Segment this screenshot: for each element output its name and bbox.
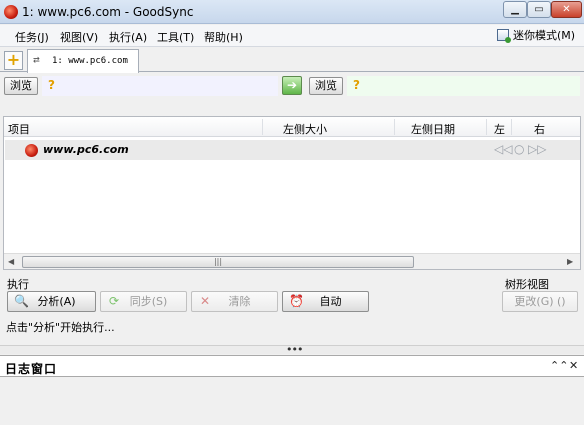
tab-job-1[interactable]: ⇄ 1: www.pc6.com bbox=[27, 49, 139, 73]
column-left[interactable]: 左 bbox=[494, 121, 505, 137]
list-header: 项目 左侧大小 左侧日期 左 右 bbox=[4, 117, 580, 137]
log-title: 日志窗口 bbox=[5, 362, 58, 376]
copy-right-icon[interactable]: ▷▷ bbox=[528, 142, 546, 156]
change-label: 更改(G) () bbox=[514, 295, 566, 308]
column-left-date[interactable]: 左侧日期 bbox=[411, 121, 455, 137]
panel-splitter[interactable]: ••• bbox=[0, 343, 584, 356]
sync-direction-button[interactable]: ➔ bbox=[282, 76, 302, 95]
job-tabs: + ⇄ 1: www.pc6.com bbox=[0, 48, 584, 73]
sync-button[interactable]: ⟳ 同步(S) bbox=[100, 291, 187, 312]
menu-bar: 任务(J) 视图(V) 执行(A) 工具(T) 帮助(H) 迷你模式(M) bbox=[0, 25, 584, 47]
analyze-label: 分析(A) bbox=[37, 295, 76, 308]
column-right[interactable]: 右 bbox=[534, 121, 545, 137]
menu-help[interactable]: 帮助(H) bbox=[204, 29, 243, 45]
minimize-button[interactable]: ▁ bbox=[503, 1, 527, 18]
column-separator bbox=[262, 119, 263, 135]
left-path-field[interactable]: ? bbox=[42, 76, 278, 96]
column-item[interactable]: 项目 bbox=[8, 121, 30, 137]
goodsync-logo-icon bbox=[4, 5, 18, 19]
copy-left-icon[interactable]: ◁◁ bbox=[494, 142, 512, 156]
right-browse-button[interactable]: 浏览 bbox=[309, 77, 343, 95]
column-separator bbox=[394, 119, 395, 135]
right-path-field[interactable]: ? bbox=[347, 76, 580, 96]
log-window[interactable] bbox=[0, 377, 584, 425]
scroll-thumb[interactable]: ||| bbox=[22, 256, 414, 268]
menu-view[interactable]: 视图(V) bbox=[60, 29, 98, 45]
execute-group-label: 执行 bbox=[7, 278, 29, 291]
sync-label: 同步(S) bbox=[129, 295, 168, 308]
tree-view-label: 树形视图 bbox=[505, 278, 549, 291]
left-browse-button[interactable]: 浏览 bbox=[4, 77, 38, 95]
mini-mode-label: 迷你模式(M) bbox=[513, 29, 576, 42]
analyze-button[interactable]: 🔍 分析(A) bbox=[7, 291, 96, 312]
menu-execute[interactable]: 执行(A) bbox=[109, 29, 147, 45]
change-button[interactable]: 更改(G) () bbox=[502, 291, 578, 312]
horizontal-scrollbar[interactable]: ◀ ||| ▶ bbox=[4, 253, 580, 269]
left-status-icon: ? bbox=[48, 78, 55, 92]
add-job-button[interactable]: + bbox=[4, 51, 23, 70]
column-separator bbox=[511, 119, 512, 135]
menu-task[interactable]: 任务(J) bbox=[15, 29, 49, 45]
close-button[interactable]: ✕ bbox=[551, 1, 582, 18]
scroll-right-icon[interactable]: ▶ bbox=[567, 257, 573, 266]
mini-mode-button[interactable]: 迷你模式(M) bbox=[497, 27, 575, 45]
log-panel-header: 日志窗口 ⌃⌃ ✕ bbox=[0, 355, 584, 377]
title-bar: 1: www.pc6.com - GoodSync ▁ ▭ ✕ bbox=[0, 0, 584, 24]
auto-button[interactable]: ⏰ 自动 bbox=[282, 291, 369, 312]
menu-tools[interactable]: 工具(T) bbox=[157, 29, 194, 45]
collapse-log-icon[interactable]: ⌃⌃ bbox=[550, 359, 568, 372]
status-message: 点击"分析"开始执行... bbox=[6, 321, 115, 334]
skip-circle-icon[interactable]: ○ bbox=[514, 142, 524, 156]
column-left-size[interactable]: 左侧大小 bbox=[283, 121, 327, 137]
auto-label: 自动 bbox=[319, 295, 342, 308]
list-item[interactable]: www.pc6.com ◁◁ ○ ▷▷ bbox=[5, 140, 580, 160]
list-item-name: www.pc6.com bbox=[43, 143, 129, 156]
right-status-icon: ? bbox=[353, 78, 360, 92]
scroll-left-icon[interactable]: ◀ bbox=[8, 257, 14, 266]
sync-arrows-icon: ⇄ bbox=[33, 53, 40, 66]
tab-job-1-label: 1: www.pc6.com bbox=[52, 56, 128, 66]
site-icon bbox=[25, 144, 38, 157]
window-title: 1: www.pc6.com - GoodSync bbox=[22, 5, 194, 19]
mini-mode-icon bbox=[497, 29, 511, 43]
maximize-button[interactable]: ▭ bbox=[527, 1, 551, 18]
clear-label: 清除 bbox=[228, 295, 251, 308]
close-log-icon[interactable]: ✕ bbox=[569, 359, 578, 372]
clear-button[interactable]: ✕ 清除 bbox=[191, 291, 278, 312]
column-separator bbox=[486, 119, 487, 135]
